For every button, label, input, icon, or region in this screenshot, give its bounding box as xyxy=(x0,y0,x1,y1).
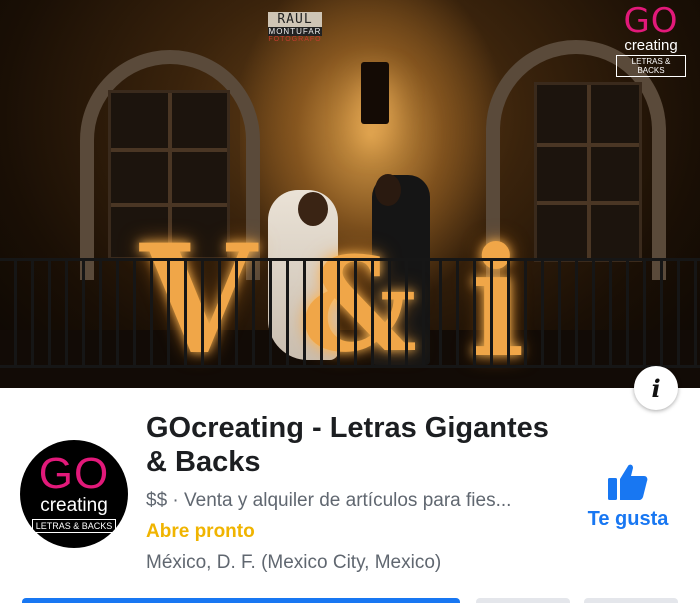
wall-lamp xyxy=(361,62,389,124)
action-buttons-row xyxy=(0,598,700,603)
watermark-role: FOTOGRAFO xyxy=(268,36,322,43)
logo-creating: creating xyxy=(624,37,678,54)
avatar-go: GO xyxy=(38,449,110,498)
more-action-button[interactable] xyxy=(584,598,678,603)
info-icon[interactable]: i xyxy=(634,366,678,410)
logo-go: GO xyxy=(623,1,679,41)
photographer-watermark: RAUL MONTUFAR FOTOGRAFO xyxy=(268,12,322,43)
avatar-tagline: LETRAS & BACKS xyxy=(31,519,117,533)
bride-head xyxy=(298,192,328,226)
avatar-creating: creating xyxy=(40,495,108,516)
thumbs-up-icon xyxy=(608,464,648,500)
balcony-railing xyxy=(0,258,700,368)
cover-photo[interactable]: V & i RAUL MONTUFAR FOTOGRAFO GO creatin… xyxy=(0,0,700,388)
like-button[interactable]: Te gusta xyxy=(578,462,678,542)
page-title[interactable]: GOcreating - Letras Gigantes & Backs xyxy=(146,411,566,479)
profile-avatar[interactable]: GO creating LETRAS & BACKS xyxy=(20,440,128,548)
watermark-name: RAUL xyxy=(268,12,322,27)
primary-action-button[interactable] xyxy=(22,598,460,603)
secondary-action-button[interactable] xyxy=(476,598,570,603)
logo-tagline: LETRAS & BACKS xyxy=(616,55,686,77)
like-label: Te gusta xyxy=(587,508,669,530)
groom-head xyxy=(375,174,401,206)
window-right xyxy=(534,82,642,262)
page-location[interactable]: México, D. F. (Mexico City, Mexico) xyxy=(146,552,441,574)
brand-logo-cover: GO creating LETRAS & BACKS xyxy=(616,4,686,78)
page-category: $$ · Venta y alquiler de artículos para … xyxy=(146,490,512,511)
info-glyph: i xyxy=(651,373,661,403)
hours-status[interactable]: Abre pronto xyxy=(146,521,255,543)
watermark-surname: MONTUFAR xyxy=(268,27,322,36)
